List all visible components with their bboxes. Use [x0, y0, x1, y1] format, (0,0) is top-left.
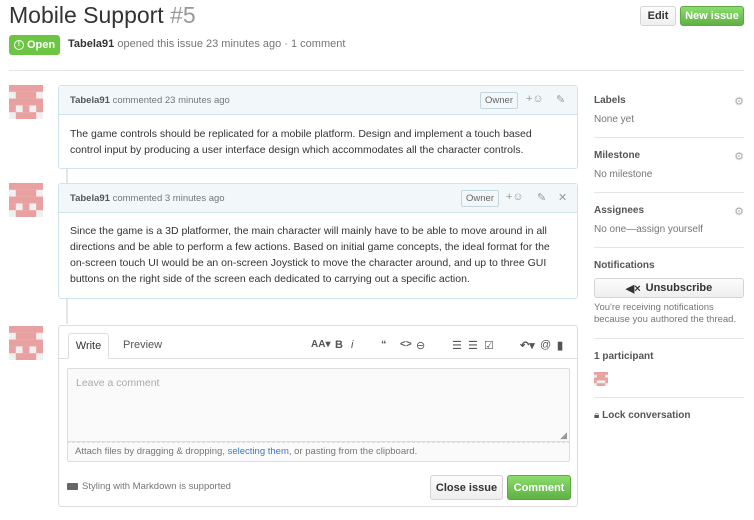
comment: Tabela91 commented 3 minutes ago Owner +…: [58, 183, 578, 299]
issue-title: Mobile Support #5: [9, 2, 196, 29]
markdown-icon: [67, 482, 78, 490]
gear-icon[interactable]: ⚙: [734, 150, 744, 163]
ordered-list-icon[interactable]: ☰: [468, 339, 478, 352]
issue-meta-text: opened this issue 23 minutes ago · 1 com…: [117, 38, 346, 50]
issue-author-link[interactable]: Tabela91: [68, 38, 114, 50]
status-label: Open: [26, 39, 56, 51]
sidebar-notifications: Notifications: [594, 260, 744, 271]
sidebar-participants: 1 participant: [594, 351, 744, 362]
comment-time[interactable]: commented 3 minutes ago: [113, 193, 225, 204]
resize-handle-icon[interactable]: ◢: [560, 430, 567, 441]
avatar[interactable]: [9, 183, 43, 217]
notification-reason: You're receiving notifications because y…: [594, 302, 737, 325]
sidebar-divider: [594, 137, 744, 138]
add-reaction-icon[interactable]: +☺: [506, 191, 524, 203]
comment-textarea[interactable]: Leave a comment ◢: [67, 368, 570, 442]
timeline-connector: [66, 168, 68, 184]
bold-icon[interactable]: B: [335, 339, 343, 351]
comment-header: Tabela91 commented 23 minutes ago Owner …: [59, 86, 577, 115]
comment-author-link[interactable]: Tabela91: [70, 95, 110, 106]
attach-text-after: , or pasting from the clipboard.: [288, 446, 418, 457]
lock-icon: 🔒︎: [594, 410, 600, 421]
owner-badge: Owner: [480, 92, 518, 109]
issue-title-text: Mobile Support: [9, 2, 164, 28]
attach-text-before: Attach files by dragging & dropping,: [75, 446, 228, 457]
add-reaction-icon[interactable]: +☺: [526, 93, 544, 105]
tab-divider: [59, 358, 577, 359]
sidebar-divider: [594, 247, 744, 248]
gear-icon[interactable]: ⚙: [734, 95, 744, 108]
header-text-icon[interactable]: AA▾: [311, 339, 330, 350]
avatar[interactable]: [9, 326, 43, 360]
milestone-value: No milestone: [594, 169, 653, 180]
assignees-value[interactable]: No one—assign yourself: [594, 224, 744, 235]
milestone-title[interactable]: Milestone: [594, 150, 744, 161]
new-comment-form: Write Preview AA▾ B i “ <> ⊖ ☰ ☰ ☑ ↶▾ @ …: [58, 325, 578, 507]
lock-conversation-link[interactable]: 🔒︎ Lock conversation: [594, 410, 690, 421]
unsubscribe-button[interactable]: ◀× Unsubscribe: [594, 278, 744, 298]
edit-pencil-icon[interactable]: ✎: [537, 191, 546, 204]
avatar[interactable]: [9, 85, 43, 119]
markdown-note-text: Styling with Markdown is supported: [82, 481, 231, 492]
comment-meta: Tabela91 commented 23 minutes ago: [70, 95, 230, 106]
comment-placeholder: Leave a comment: [76, 377, 160, 389]
sidebar-divider: [594, 397, 744, 398]
quote-icon[interactable]: “: [381, 339, 387, 351]
gear-icon[interactable]: ⚙: [734, 205, 744, 218]
italic-icon[interactable]: i: [351, 339, 353, 351]
code-icon[interactable]: <>: [400, 339, 412, 350]
status-badge: ! Open: [9, 35, 60, 55]
comment-author-link[interactable]: Tabela91: [70, 193, 110, 204]
issue-opened-icon: !: [13, 40, 24, 50]
edit-button[interactable]: Edit: [640, 6, 676, 26]
lock-label: Lock conversation: [602, 410, 691, 421]
close-issue-button[interactable]: Close issue: [430, 475, 503, 500]
issue-number: #5: [170, 2, 196, 28]
participants-title: 1 participant: [594, 351, 654, 362]
comment-button[interactable]: Comment: [507, 475, 571, 500]
markdown-note[interactable]: Styling with Markdown is supported: [67, 481, 231, 492]
issue-meta: Tabela91 opened this issue 23 minutes ag…: [68, 38, 345, 50]
tab-preview[interactable]: Preview: [123, 339, 162, 351]
mute-icon: ◀×: [625, 282, 641, 295]
notifications-title: Notifications: [594, 260, 655, 271]
sidebar-milestone: Milestone ⚙ No milestone: [594, 150, 744, 180]
mention-icon[interactable]: @: [540, 339, 551, 351]
sidebar-labels: Labels ⚙ None yet: [594, 95, 744, 125]
sidebar-divider: [594, 338, 744, 339]
edit-pencil-icon[interactable]: ✎: [556, 93, 565, 106]
labels-title[interactable]: Labels: [594, 95, 744, 106]
comment-meta: Tabela91 commented 3 minutes ago: [70, 193, 225, 204]
tab-write[interactable]: Write: [68, 333, 109, 359]
comment-body: Since the game is a 3D platformer, the m…: [70, 225, 550, 285]
participant-avatar[interactable]: [594, 372, 608, 386]
attach-files-bar[interactable]: Attach files by dragging & dropping, sel…: [67, 442, 570, 462]
sidebar-divider: [594, 192, 744, 193]
labels-value: None yet: [594, 114, 635, 125]
link-icon[interactable]: ⊖: [416, 339, 425, 352]
timeline-connector: [66, 298, 68, 324]
sidebar-assignees: Assignees ⚙ No one—assign yourself: [594, 205, 744, 235]
task-list-icon[interactable]: ☑: [484, 339, 494, 352]
bookmark-icon[interactable]: ▮: [557, 339, 563, 352]
header-divider: [9, 70, 744, 71]
unsubscribe-label: Unsubscribe: [645, 282, 713, 294]
comment-body: The game controls should be replicated f…: [70, 128, 532, 156]
select-files-link[interactable]: selecting them: [228, 446, 289, 457]
owner-badge: Owner: [461, 190, 499, 207]
comment-header: Tabela91 commented 3 minutes ago Owner +…: [59, 184, 577, 213]
comment-time[interactable]: commented 23 minutes ago: [113, 95, 230, 106]
comment: Tabela91 commented 23 minutes ago Owner …: [58, 85, 578, 169]
reply-icon[interactable]: ↶▾: [520, 339, 535, 352]
assignees-title[interactable]: Assignees: [594, 205, 744, 216]
delete-icon[interactable]: ✕: [558, 191, 567, 204]
unordered-list-icon[interactable]: ☰: [452, 339, 462, 352]
new-issue-button[interactable]: New issue: [680, 6, 744, 26]
